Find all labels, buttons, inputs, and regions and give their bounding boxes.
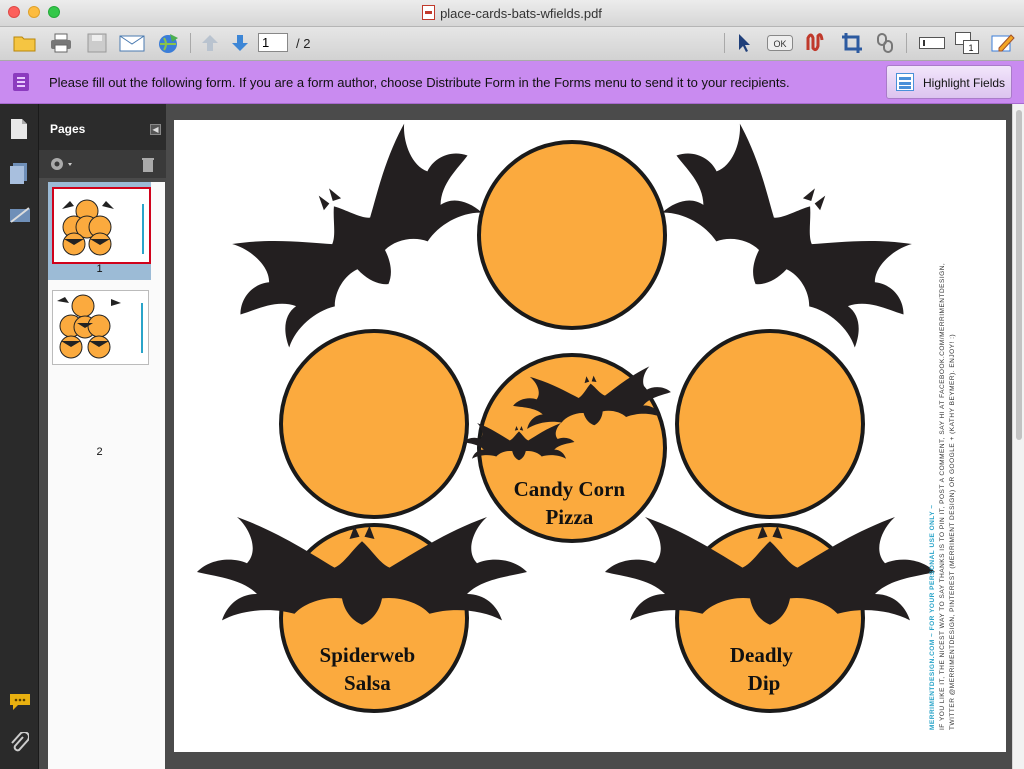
pages-panel: Pages ◀ 1 2 [39, 104, 166, 769]
email-button[interactable] [118, 32, 146, 54]
list-field-tool-button[interactable]: 1 [954, 32, 980, 54]
thumbnail-number-1: 1 [96, 263, 103, 275]
card-candy-corn-line2: Pizza [545, 505, 593, 529]
envelope-icon [119, 35, 145, 52]
highlight-fields-label: Highlight Fields [923, 76, 1006, 90]
card-deadly-line2: Dip [748, 671, 781, 695]
page-thumbnails: 1 2 [48, 182, 165, 769]
pages-panel-header: Pages ◀ [39, 104, 166, 150]
side-text-line2: IF YOU LIKE IT, THE NICEST WAY TO SAY TH… [939, 263, 946, 730]
card-candy-corn-line1: Candy Corn [514, 477, 626, 501]
card-deadly-line1: Deadly [730, 643, 794, 667]
scrollbar-thumb[interactable] [1016, 110, 1022, 440]
signature-panel-icon [10, 207, 30, 223]
bookmark-pages-icon [10, 163, 27, 184]
cursor-arrow-icon [739, 34, 750, 52]
place-card-circle [477, 140, 667, 330]
vertical-scrollbar[interactable] [1012, 104, 1024, 769]
page-total-label: / 2 [296, 36, 311, 51]
signatures-nav-button[interactable] [9, 204, 30, 226]
signature-icon [806, 33, 824, 52]
toolbar-separator [906, 33, 907, 53]
select-tool-button[interactable] [734, 32, 754, 54]
title-bar: place-cards-bats-wfields.pdf [0, 0, 1024, 27]
crop-tool-button[interactable] [840, 32, 864, 54]
side-text-line1: MERRIMENTDESIGN.COM ~ FOR YOUR PERSONAL … [929, 504, 936, 730]
crop-icon [842, 33, 862, 53]
print-button[interactable] [48, 32, 74, 54]
place-card-circle [279, 329, 469, 519]
next-page-button[interactable] [228, 32, 252, 54]
form-icon [13, 73, 29, 91]
card-spiderweb-line1: Spiderweb [320, 643, 416, 667]
toolbar-separator [190, 33, 191, 53]
form-message: Please fill out the following form. If y… [49, 75, 790, 90]
page-thumbnail-1[interactable] [52, 187, 151, 264]
svg-text:OK: OK [773, 39, 786, 49]
delete-page-button[interactable] [141, 155, 155, 178]
pages-panel-toolbar [39, 150, 166, 178]
arrow-up-icon [202, 35, 218, 51]
pdf-file-icon [422, 5, 436, 20]
comment-bubble-icon [10, 694, 30, 710]
highlight-fields-button[interactable]: Highlight Fields [886, 65, 1012, 99]
pages-panel-title: Pages [50, 122, 86, 136]
triangle-left-icon: ◀ [152, 125, 159, 134]
pdf-page: Candy Corn Pizza Spiderweb Salsa Deadly … [174, 120, 1006, 752]
attachments-nav-button[interactable] [9, 731, 30, 754]
pencil-form-icon [991, 34, 1015, 52]
text-field-icon [919, 37, 945, 49]
open-folder-button[interactable] [12, 32, 38, 54]
link-tool-button[interactable] [874, 32, 896, 54]
paperclip-icon [11, 731, 30, 752]
form-notification-bar: Please fill out the following form. If y… [0, 61, 1024, 104]
window-title-wrap: place-cards-bats-wfields.pdf [0, 5, 1024, 21]
svg-text:1: 1 [968, 43, 973, 53]
ok-field-icon: OK [767, 35, 793, 51]
globe-arrow-icon [159, 34, 178, 53]
collapse-panel-button[interactable]: ◀ [150, 124, 161, 135]
save-button[interactable] [84, 32, 110, 54]
thumbnail-number-2: 2 [96, 446, 103, 458]
previous-page-button[interactable] [198, 32, 222, 54]
signature-tool-button[interactable] [804, 32, 826, 54]
trash-icon [142, 158, 154, 172]
navigation-pane [0, 104, 39, 769]
printer-icon [51, 33, 71, 53]
share-button[interactable] [156, 32, 182, 54]
main-toolbar: / 2 OK 1 [0, 27, 1024, 61]
pages-nav-button[interactable] [9, 118, 29, 140]
edit-form-button[interactable] [990, 32, 1016, 54]
arrow-down-icon [232, 35, 248, 51]
page-thumbnail-2[interactable] [52, 290, 149, 365]
floppy-disk-icon [87, 33, 107, 53]
window-title: place-cards-bats-wfields.pdf [440, 6, 602, 21]
gear-icon [51, 158, 72, 170]
thumbnail-preview [57, 294, 143, 359]
text-field-tool-button[interactable] [918, 32, 946, 54]
page-number-input[interactable] [258, 33, 288, 52]
place-card-circle [675, 329, 865, 519]
ok-button[interactable]: OK [766, 32, 794, 54]
card-spiderweb-line2: Salsa [344, 671, 391, 695]
list-field-icon: 1 [955, 32, 979, 54]
bat-silhouette [642, 120, 940, 364]
highlight-fields-icon [896, 73, 914, 91]
bat-silhouette [204, 120, 502, 364]
folder-icon [13, 36, 36, 52]
document-area: Candy Corn Pizza Spiderweb Salsa Deadly … [166, 104, 1012, 769]
toolbar-separator [724, 33, 725, 53]
comments-nav-button[interactable] [9, 692, 30, 714]
thumbnail-preview [62, 199, 144, 256]
chain-link-icon [877, 33, 893, 53]
bookmarks-nav-button[interactable] [9, 162, 29, 184]
options-button[interactable] [49, 155, 75, 178]
page-icon [11, 119, 27, 139]
side-text-line3: TWITTER @MERRIMENTDESIGN, PINTEREST (MER… [949, 334, 956, 730]
place-cards-artwork: Candy Corn Pizza Spiderweb Salsa Deadly … [197, 120, 956, 730]
